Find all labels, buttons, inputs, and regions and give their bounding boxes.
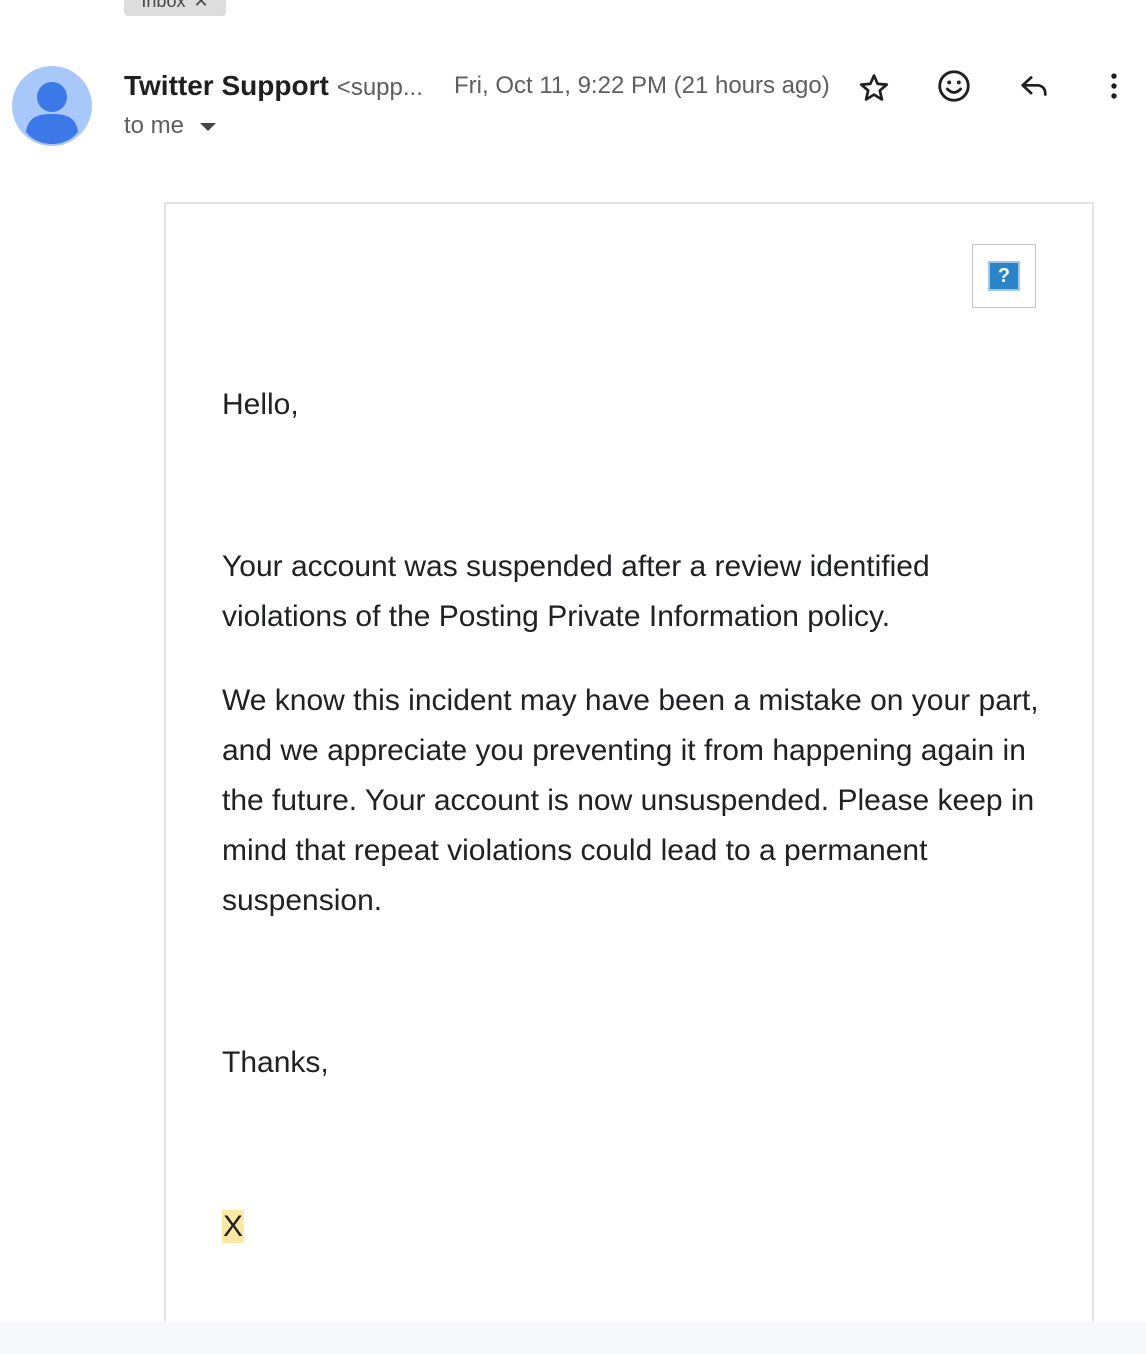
sender-line: Twitter Support <supp... <box>124 70 423 104</box>
reply-button[interactable] <box>1012 64 1056 108</box>
closing-text: Thanks, <box>222 1046 329 1079</box>
greeting-text: Hello, <box>222 388 299 421</box>
sender-email[interactable]: <supp... <box>337 74 423 102</box>
remove-label-icon[interactable]: ✕ <box>193 0 208 12</box>
recipient-details-toggle[interactable]: to me <box>124 112 217 140</box>
star-icon <box>859 74 889 101</box>
sender-name[interactable]: Twitter Support <box>124 70 329 102</box>
reply-icon <box>1021 76 1047 96</box>
message-body: ? Hello, Your account was suspended afte… <box>164 202 1094 1342</box>
recipient-label: to me <box>124 112 185 139</box>
more-vert-icon <box>1111 73 1117 99</box>
chevron-down-icon <box>200 123 217 131</box>
avatar[interactable] <box>12 66 92 146</box>
paragraph-unsuspension: We know this incident may have been a mi… <box>222 684 1039 917</box>
signature-highlight: X <box>222 1210 245 1243</box>
emoji-icon <box>938 70 970 102</box>
inbox-label-text: Inbox <box>141 0 186 11</box>
paragraph-suspension: Your account was suspended after a revie… <box>222 550 930 633</box>
star-button[interactable] <box>852 66 896 110</box>
broken-image-icon: ? <box>988 261 1020 291</box>
broken-image-placeholder: ? <box>972 244 1036 308</box>
message-date: Fri, Oct 11, 9:22 PM (21 hours ago) <box>454 72 830 99</box>
inbox-label-chip: Inbox ✕ <box>124 0 226 16</box>
more-options-button[interactable] <box>1092 64 1136 108</box>
bottom-bar <box>0 1322 1146 1354</box>
signature: X <box>222 1202 1042 1252</box>
add-reaction-button[interactable] <box>932 64 976 108</box>
